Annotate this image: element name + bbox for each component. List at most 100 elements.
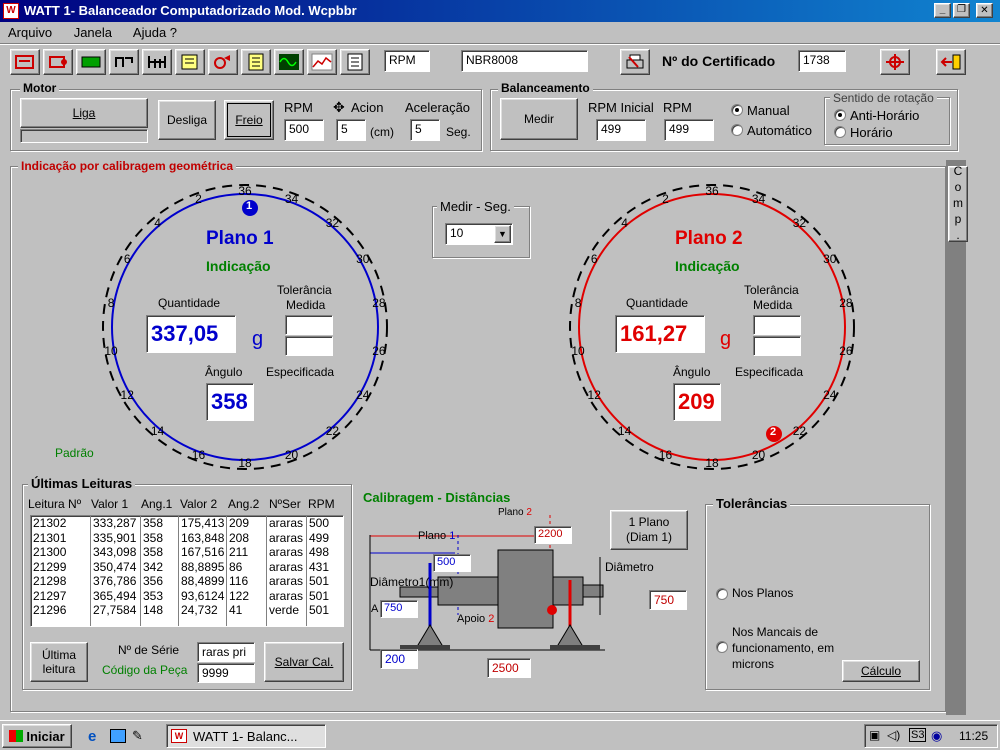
table-cell[interactable]: araras: [267, 516, 306, 531]
tray-volume-icon[interactable]: ◁): [887, 728, 900, 742]
desliga-button[interactable]: Desliga: [158, 100, 216, 140]
nos-planos-radio[interactable]: [716, 588, 728, 600]
salvar-button[interactable]: Salvar Cal.: [264, 642, 344, 682]
quicklaunch-ie-icon[interactable]: e: [88, 729, 104, 745]
menu-ajuda[interactable]: Ajuda ?: [133, 25, 177, 40]
table-cell[interactable]: 376,786: [91, 574, 140, 589]
table-cell[interactable]: 501: [307, 574, 341, 589]
table-cell[interactable]: araras: [267, 545, 306, 560]
dist-200[interactable]: 200: [380, 649, 418, 669]
table-cell[interactable]: 163,848: [179, 531, 226, 546]
toolbar-graph-icon[interactable]: [307, 49, 337, 75]
table-cell[interactable]: 356: [141, 574, 178, 589]
table-cell[interactable]: 358: [141, 516, 178, 531]
table-cell[interactable]: 24,732: [179, 603, 226, 618]
acion-input[interactable]: 5: [336, 119, 366, 141]
toolbar-open-icon[interactable]: [10, 49, 40, 75]
chevron-down-icon[interactable]: ▼: [494, 225, 511, 243]
table-cell[interactable]: 353: [141, 589, 178, 604]
codigo-input[interactable]: 9999: [197, 663, 255, 683]
manual-radio[interactable]: [731, 104, 743, 116]
toolbar-support-icon[interactable]: [142, 49, 172, 75]
nos-mancais-radio[interactable]: [716, 641, 728, 653]
table-cell[interactable]: 350,474: [91, 560, 140, 575]
minimize-icon[interactable]: _: [934, 3, 951, 18]
tray-display-icon[interactable]: ◉: [931, 728, 942, 744]
tray-network-icon[interactable]: ▣: [869, 728, 880, 742]
table-cell[interactable]: 358: [141, 545, 178, 560]
table-cell[interactable]: 167,516: [179, 545, 226, 560]
menu-arquivo[interactable]: Arquivo: [8, 25, 52, 40]
table-cell[interactable]: 335,901: [91, 531, 140, 546]
table-cell[interactable]: 122: [227, 589, 266, 604]
liga-button[interactable]: Liga: [20, 98, 148, 128]
table-cell[interactable]: 498: [307, 545, 341, 560]
horario-radio[interactable]: [834, 126, 846, 138]
anti-horario-radio[interactable]: [834, 109, 846, 121]
taskbar-app-button[interactable]: W WATT 1- Balanc...: [166, 724, 326, 748]
table-cell[interactable]: 365,494: [91, 589, 140, 604]
table-cell[interactable]: 21301: [31, 531, 90, 546]
table-cell[interactable]: 499: [307, 531, 341, 546]
toolbar-notes-icon[interactable]: [175, 49, 205, 75]
table-cell[interactable]: 93,6124: [179, 589, 226, 604]
table-cell[interactable]: 501: [307, 603, 341, 618]
table-cell[interactable]: 21302: [31, 516, 90, 531]
calculo-button[interactable]: Cálculo: [842, 660, 920, 682]
table-cell[interactable]: 116: [227, 574, 266, 589]
table-cell[interactable]: araras: [267, 589, 306, 604]
table-cell[interactable]: 175,413: [179, 516, 226, 531]
toolbar-print-icon[interactable]: [620, 49, 650, 75]
readings-table[interactable]: 21302 21301 21300 21299 21298 21297 21296 333,2…: [30, 515, 344, 627]
cert-value[interactable]: 1738: [798, 50, 846, 72]
table-cell[interactable]: 21300: [31, 545, 90, 560]
table-cell[interactable]: 333,287: [91, 516, 140, 531]
toolbar-machine-icon[interactable]: [43, 49, 73, 75]
freio-button[interactable]: Freio: [224, 100, 274, 140]
close-icon[interactable]: ✕: [976, 3, 993, 18]
automatico-radio[interactable]: [731, 124, 743, 136]
start-button[interactable]: Iniciar: [2, 724, 72, 748]
table-cell[interactable]: 86: [227, 560, 266, 575]
table-cell[interactable]: 41: [227, 603, 266, 618]
serie-input[interactable]: raras pri: [197, 642, 255, 662]
table-cell[interactable]: 27,7584: [91, 603, 140, 618]
table-cell[interactable]: 431: [307, 560, 341, 575]
restore-icon[interactable]: ❐: [953, 3, 970, 18]
quicklaunch-edit-icon[interactable]: ✎: [132, 728, 148, 744]
table-cell[interactable]: 21296: [31, 603, 90, 618]
dist-2200[interactable]: 2200: [534, 526, 572, 544]
table-cell[interactable]: 209: [227, 516, 266, 531]
table-cell[interactable]: araras: [267, 531, 306, 546]
table-cell[interactable]: 342: [141, 560, 178, 575]
table-cell[interactable]: 21298: [31, 574, 90, 589]
plano-diam-button[interactable]: 1 Plano (Diam 1): [610, 510, 688, 550]
dist-500[interactable]: 500: [433, 554, 471, 572]
table-cell[interactable]: 500: [307, 516, 341, 531]
table-cell[interactable]: 358: [141, 531, 178, 546]
toolbar-target-icon[interactable]: [880, 49, 910, 75]
toolbar-battery-icon[interactable]: [76, 49, 106, 75]
toolbar-exit-icon[interactable]: [936, 49, 966, 75]
table-cell[interactable]: araras: [267, 560, 306, 575]
table-cell[interactable]: araras: [267, 574, 306, 589]
toolbar-wave-icon[interactable]: [274, 49, 304, 75]
menu-janela[interactable]: Janela: [74, 25, 112, 40]
table-cell[interactable]: 88,4899: [179, 574, 226, 589]
dist-2500[interactable]: 2500: [487, 658, 531, 678]
table-cell[interactable]: 88,8895: [179, 560, 226, 575]
toolbar-rotor-icon[interactable]: [109, 49, 139, 75]
toolbar-list-icon[interactable]: [340, 49, 370, 75]
ultima-leitura-button[interactable]: Última leitura: [30, 642, 88, 682]
table-cell[interactable]: 208: [227, 531, 266, 546]
table-cell[interactable]: 21297: [31, 589, 90, 604]
table-cell[interactable]: 501: [307, 589, 341, 604]
table-cell[interactable]: 148: [141, 603, 178, 618]
motor-rpm-input[interactable]: 500: [284, 119, 324, 141]
table-cell[interactable]: verde: [267, 603, 306, 618]
table-cell[interactable]: 21299: [31, 560, 90, 575]
dist-750a[interactable]: 750: [380, 600, 418, 618]
table-cell[interactable]: 343,098: [91, 545, 140, 560]
medir-button[interactable]: Medir: [500, 98, 578, 140]
dist-750b[interactable]: 750: [649, 590, 687, 610]
